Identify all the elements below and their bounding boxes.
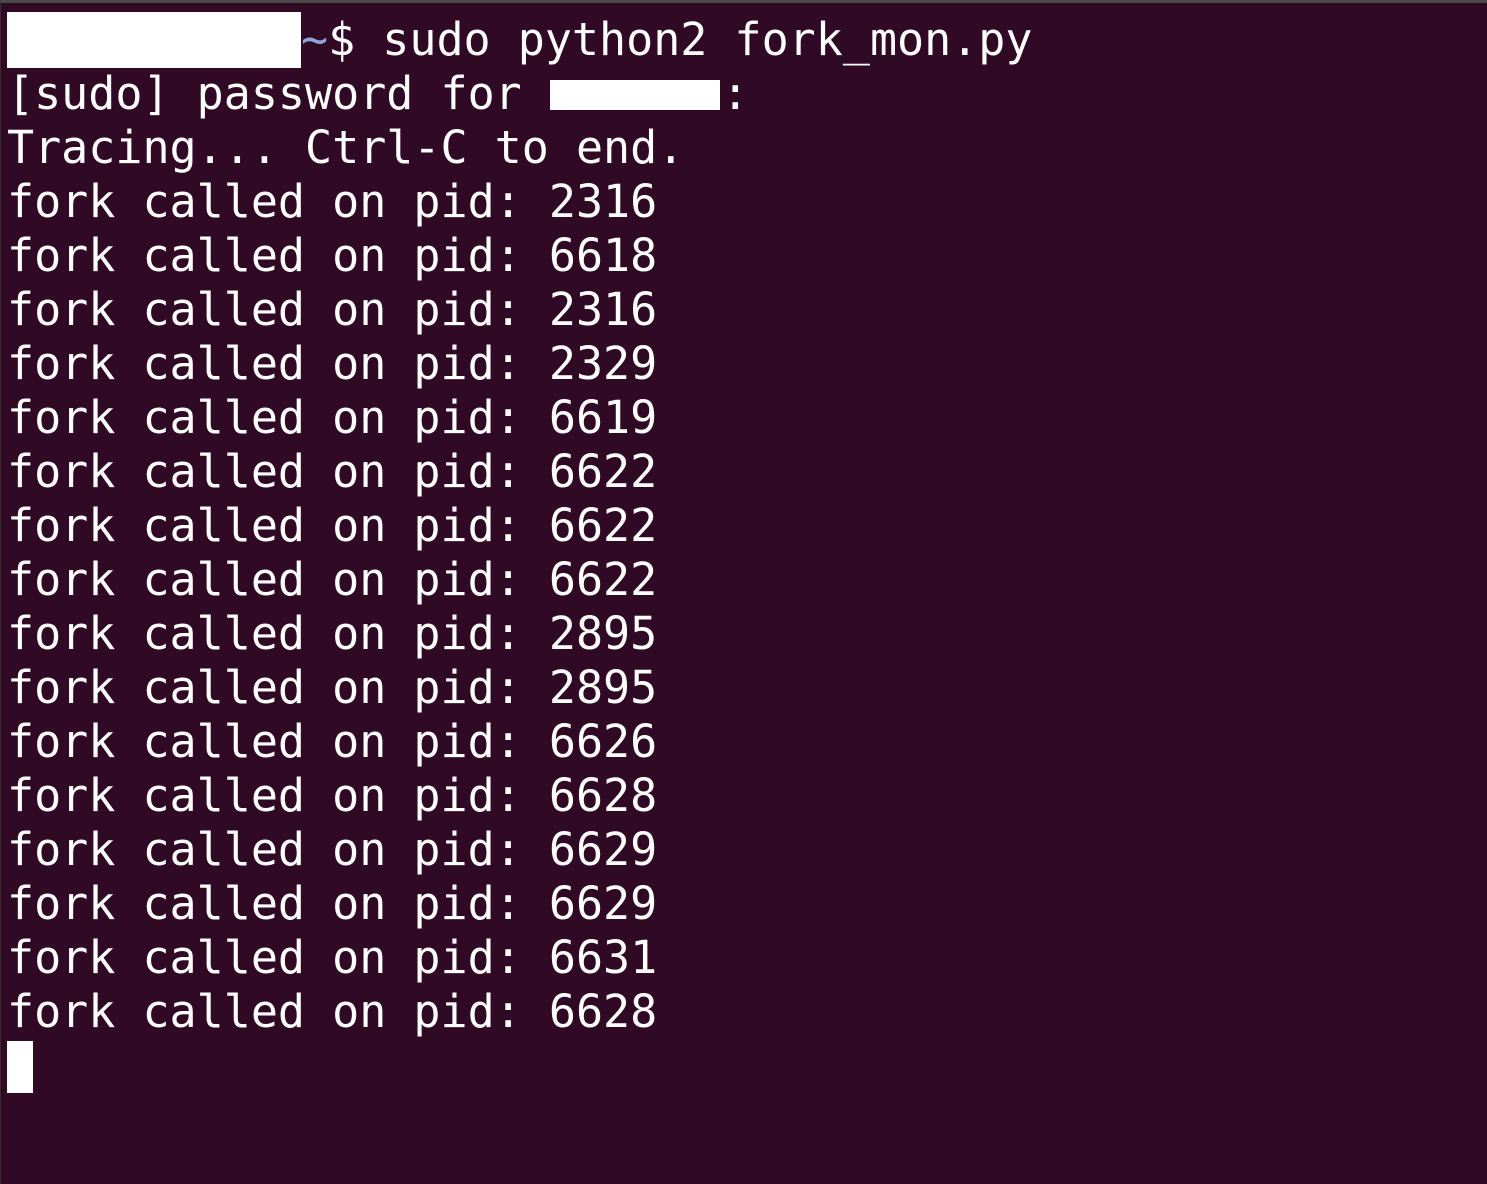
terminal-output: ~ $ sudo python2 fork_mon.py [sudo] passw…: [7, 12, 1487, 1093]
sudo-prompt-text: [sudo] password for: [7, 67, 522, 120]
sudo-prompt-suffix: :: [721, 67, 749, 120]
output-line: fork called on pid: 6629: [7, 823, 658, 876]
output-line: fork called on pid: 6628: [7, 985, 658, 1038]
output-line: fork called on pid: 6629: [7, 877, 658, 930]
output-line: fork called on pid: 2329: [7, 337, 658, 390]
output-line: fork called on pid: 2316: [7, 175, 658, 228]
tracing-message: Tracing... Ctrl-C to end.: [7, 121, 685, 174]
cursor-line[interactable]: [7, 1039, 1487, 1093]
output-line: fork called on pid: 2895: [7, 607, 658, 660]
output-line: fork called on pid: 6619: [7, 391, 658, 444]
output-line: fork called on pid: 6622: [7, 445, 658, 498]
sudo-password-line: [sudo] password for:: [7, 67, 1487, 121]
output-line: fork called on pid: 6618: [7, 229, 658, 282]
output-line: fork called on pid: 6628: [7, 769, 658, 822]
command-text: sudo python2 fork_mon.py: [355, 13, 1033, 66]
redacted-username: [549, 80, 720, 110]
output-line: fork called on pid: 6622: [7, 499, 658, 552]
output-line: fork called on pid: 6626: [7, 715, 658, 768]
output-line: fork called on pid: 2895: [7, 661, 658, 714]
prompt-symbol: $: [328, 13, 356, 66]
terminal-window[interactable]: ~ $ sudo python2 fork_mon.py [sudo] passw…: [0, 0, 1487, 1184]
prompt-path: ~: [301, 13, 329, 66]
output-line: fork called on pid: 6631: [7, 931, 658, 984]
command-line: ~ $ sudo python2 fork_mon.py: [7, 12, 1487, 68]
redacted-username: [7, 12, 301, 68]
output-line: fork called on pid: 2316: [7, 283, 658, 336]
output-line: fork called on pid: 6622: [7, 553, 658, 606]
text-cursor: [7, 1041, 33, 1093]
